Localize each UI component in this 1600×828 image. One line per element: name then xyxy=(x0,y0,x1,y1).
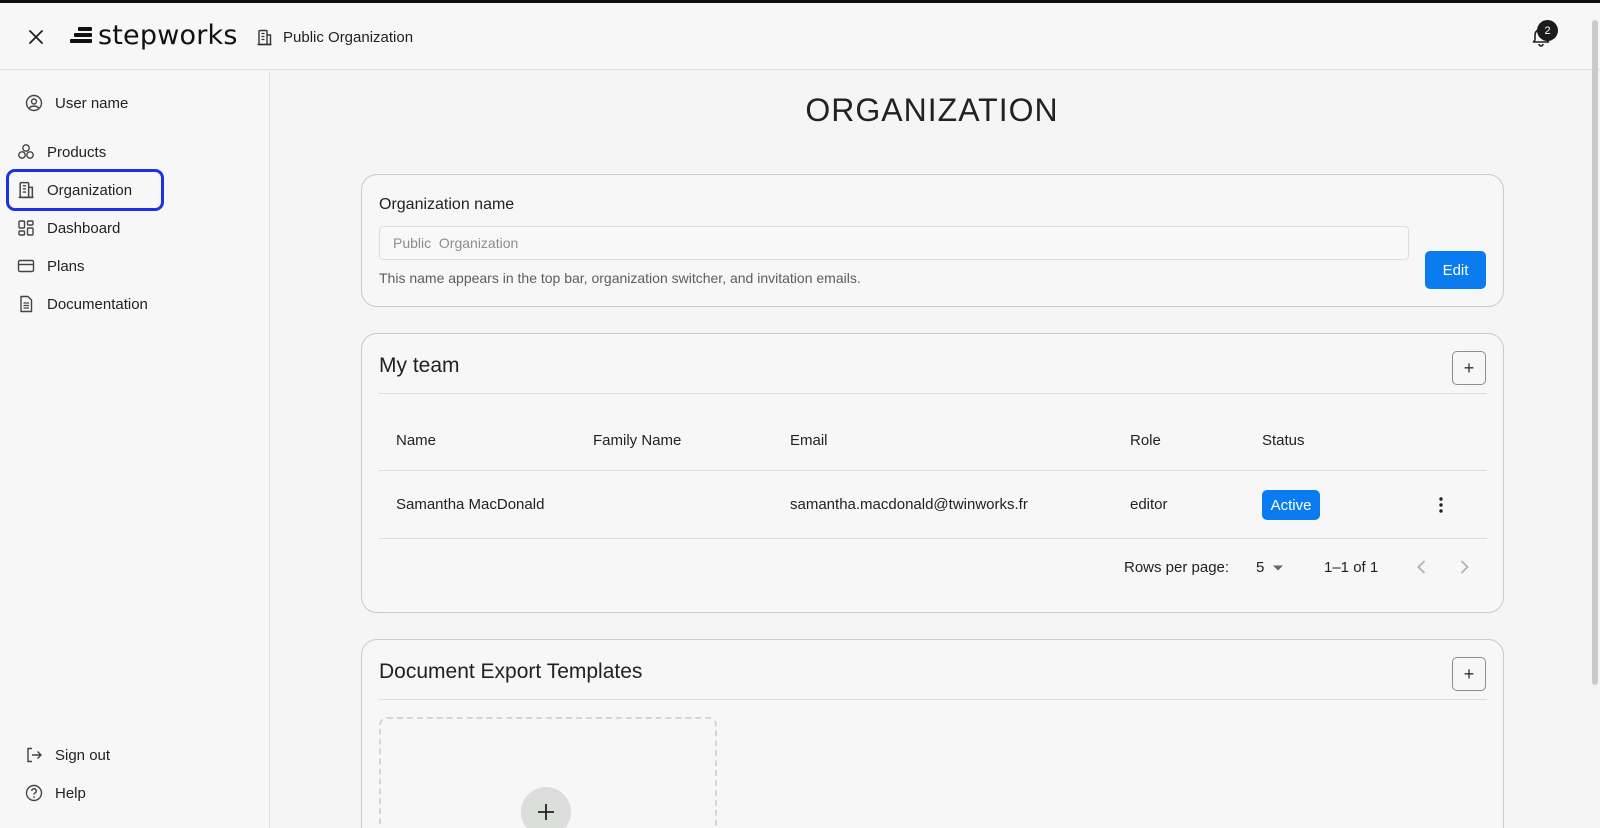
row-actions-button[interactable] xyxy=(1430,494,1452,516)
org-name-helper: This name appears in the top bar, organi… xyxy=(379,270,861,286)
next-page-button[interactable] xyxy=(1453,556,1475,578)
help-label: Help xyxy=(55,784,86,802)
templates-card: Document Export Templates + xyxy=(361,639,1504,828)
add-member-button[interactable]: + xyxy=(1452,351,1486,385)
sidebar-item-label: Documentation xyxy=(47,295,148,313)
team-card: My team + Name Family Name Email Role St… xyxy=(361,333,1504,613)
building-icon xyxy=(257,29,272,45)
divider xyxy=(379,699,1487,700)
new-template-tile[interactable] xyxy=(379,717,717,828)
cell-name: Samantha MacDonald xyxy=(396,496,545,513)
sidebar-item-label: Dashboard xyxy=(47,219,121,237)
help-button[interactable]: Help xyxy=(25,777,86,809)
sidebar-item-products[interactable]: Products xyxy=(17,136,106,168)
cell-role: editor xyxy=(1130,496,1168,513)
close-button[interactable] xyxy=(24,25,48,49)
more-vertical-icon xyxy=(1439,497,1443,513)
rows-per-page-select[interactable]: 5 xyxy=(1256,559,1284,576)
page-title: ORGANIZATION xyxy=(805,92,1059,128)
new-template-button[interactable] xyxy=(521,787,571,828)
chevron-left-icon xyxy=(1417,560,1426,574)
sign-out-icon xyxy=(27,747,42,763)
prev-page-button[interactable] xyxy=(1411,556,1433,578)
selected-item-highlight xyxy=(6,169,164,211)
org-name-input[interactable] xyxy=(379,226,1409,260)
credit-card-icon xyxy=(17,259,35,273)
rows-per-page-value: 5 xyxy=(1256,559,1265,576)
sidebar-item-documentation[interactable]: Documentation xyxy=(17,288,148,320)
products-icon xyxy=(18,144,34,159)
column-header-email[interactable]: Email xyxy=(790,432,828,449)
status-badge: Active xyxy=(1262,490,1320,520)
sidebar-item-dashboard[interactable]: Dashboard xyxy=(17,212,120,244)
sidebar-item-plans[interactable]: Plans xyxy=(17,250,85,282)
team-card-title: My team xyxy=(379,354,460,377)
caret-down-icon xyxy=(1273,565,1284,570)
pagination-range: 1–1 of 1 xyxy=(1324,559,1379,576)
help-icon xyxy=(25,784,43,802)
column-header-family-name[interactable]: Family Name xyxy=(593,432,681,449)
column-header-name[interactable]: Name xyxy=(396,432,436,449)
rows-per-page-label: Rows per page: xyxy=(1124,559,1230,576)
close-icon xyxy=(29,30,43,44)
sidebar-item-label: Plans xyxy=(47,257,85,275)
column-header-role[interactable]: Role xyxy=(1130,432,1161,449)
divider xyxy=(379,393,1487,394)
edit-button[interactable]: Edit xyxy=(1425,251,1486,289)
add-template-button[interactable]: + xyxy=(1452,657,1486,691)
org-breadcrumb[interactable]: Public Organization xyxy=(256,25,413,49)
sign-out-label: Sign out xyxy=(55,746,111,764)
logo-text: stepworks xyxy=(98,19,238,51)
sidebar-user[interactable]: User name xyxy=(25,87,128,119)
sidebar-item-label: Products xyxy=(47,143,107,161)
top-bar: stepworks Public Organization 2 xyxy=(0,3,1600,70)
cell-email: samantha.macdonald@twinworks.fr xyxy=(790,496,1028,513)
dashboard-icon xyxy=(18,220,34,236)
chevron-right-icon xyxy=(1460,560,1469,574)
divider xyxy=(379,470,1487,471)
notification-count-badge: 2 xyxy=(1537,20,1558,41)
org-name-label: Organization name xyxy=(379,196,515,213)
templates-card-title: Document Export Templates xyxy=(379,660,643,683)
plus-icon xyxy=(538,804,554,820)
column-header-status[interactable]: Status xyxy=(1262,432,1305,449)
divider xyxy=(379,538,1487,539)
sign-out-button[interactable]: Sign out xyxy=(25,739,110,771)
logo[interactable]: stepworks xyxy=(70,19,238,51)
stepworks-logo-icon xyxy=(70,27,92,43)
document-icon xyxy=(20,295,33,313)
org-breadcrumb-label: Public Organization xyxy=(283,28,414,46)
org-name-card: Organization name This name appears in t… xyxy=(361,174,1504,307)
user-circle-icon xyxy=(25,94,43,112)
sidebar-user-name: User name xyxy=(55,94,129,112)
